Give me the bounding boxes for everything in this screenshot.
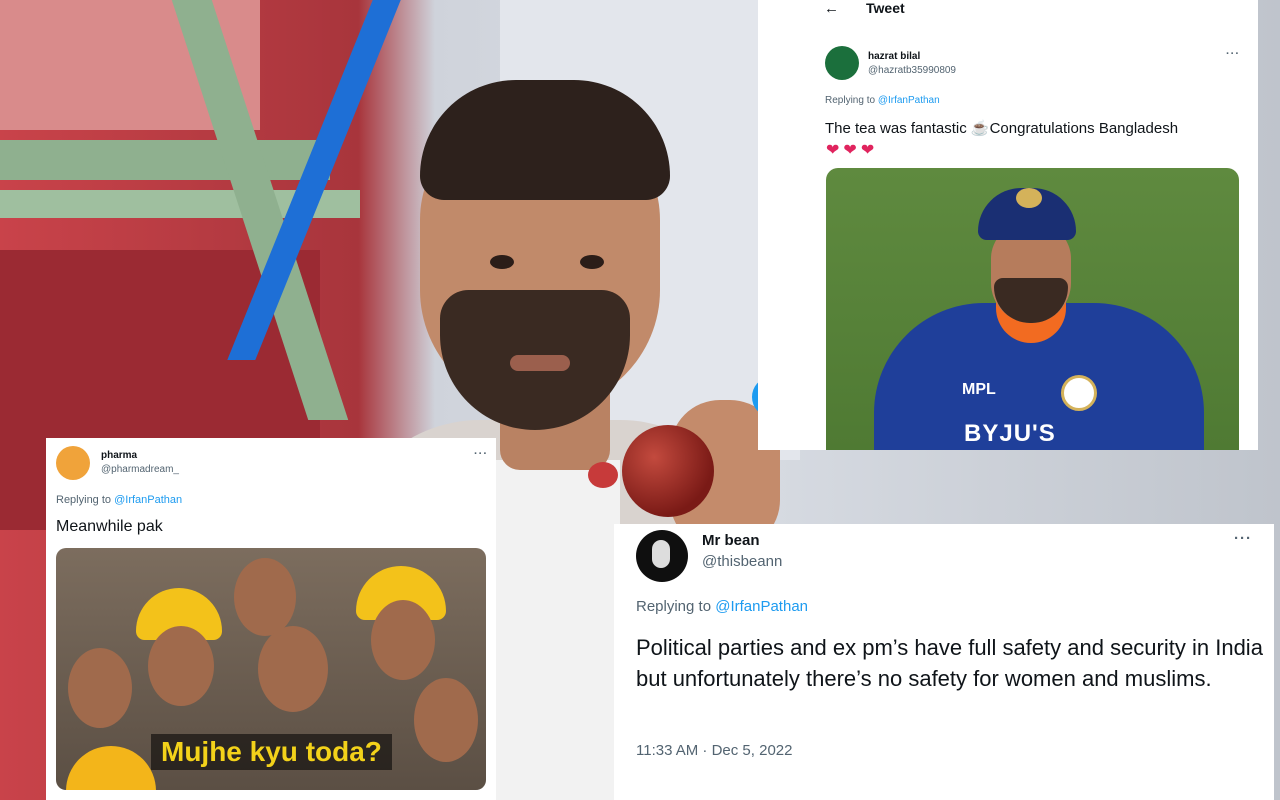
eye bbox=[490, 255, 514, 269]
mention-link[interactable]: @IrfanPathan bbox=[114, 494, 182, 506]
face bbox=[234, 558, 296, 636]
tweet-media[interactable]: Mujhe kyu toda? bbox=[56, 548, 486, 790]
replying-label: Replying to bbox=[825, 95, 878, 106]
replying-to: Replying to @IrfanPathan bbox=[636, 598, 808, 615]
tweet-card-left: pharma @pharmadream_ ··· Replying to @Ir… bbox=[46, 438, 496, 800]
mention-link[interactable]: @IrfanPathan bbox=[715, 598, 808, 615]
team-badge bbox=[1061, 375, 1097, 411]
more-icon[interactable]: ··· bbox=[1234, 530, 1252, 547]
cricket-ball bbox=[622, 425, 714, 517]
user-name[interactable]: Mr bean bbox=[702, 532, 760, 549]
cap-logo bbox=[1016, 188, 1042, 208]
timestamp[interactable]: 11:33 AM · Dec 5, 2022 bbox=[636, 742, 792, 759]
replying-to: Replying to @IrfanPathan bbox=[56, 494, 182, 506]
helmet bbox=[66, 746, 156, 790]
face bbox=[148, 626, 214, 706]
header-title: Tweet bbox=[866, 0, 905, 16]
tweet-card-top: ← Tweet hazrat bilal @hazratb35990809 ··… bbox=[758, 0, 1258, 450]
avatar-figure bbox=[652, 540, 670, 568]
replying-label: Replying to bbox=[636, 598, 716, 615]
hair bbox=[420, 80, 670, 200]
face bbox=[371, 600, 435, 680]
user-name[interactable]: hazrat bilal bbox=[868, 51, 920, 62]
lapel-pin bbox=[588, 462, 618, 488]
user-handle[interactable]: @hazratb35990809 bbox=[868, 65, 956, 76]
back-arrow-icon[interactable]: ← bbox=[824, 0, 839, 17]
face bbox=[258, 626, 328, 712]
avatar[interactable] bbox=[825, 46, 859, 80]
more-icon[interactable]: ··· bbox=[1226, 48, 1240, 60]
sponsor-logo: BYJU'S bbox=[964, 420, 1056, 447]
replying-label: Replying to bbox=[56, 494, 115, 506]
shirt bbox=[490, 460, 620, 800]
tweet-text: Meanwhile pak bbox=[56, 518, 163, 535]
face bbox=[414, 678, 478, 762]
more-icon[interactable]: ··· bbox=[474, 448, 488, 460]
sponsor-logo: MPL bbox=[962, 381, 996, 398]
user-handle[interactable]: @pharmadream_ bbox=[101, 464, 179, 475]
mention-link[interactable]: @IrfanPathan bbox=[878, 95, 940, 106]
user-handle[interactable]: @thisbeann bbox=[702, 553, 782, 570]
avatar[interactable] bbox=[636, 530, 688, 582]
face bbox=[68, 648, 132, 728]
meme-caption: Mujhe kyu toda? bbox=[151, 734, 392, 770]
mouth bbox=[510, 355, 570, 371]
studio-frame bbox=[0, 140, 330, 180]
user-name[interactable]: pharma bbox=[101, 450, 137, 461]
eye bbox=[580, 255, 604, 269]
heart-icon: ❤❤❤ bbox=[826, 142, 879, 159]
avatar[interactable] bbox=[56, 446, 90, 480]
tweet-text: Political parties and ex pm’s have full … bbox=[636, 635, 1263, 691]
replying-to: Replying to @IrfanPathan bbox=[825, 95, 940, 106]
tweet-media[interactable]: MPL BYJU'S bbox=[826, 168, 1239, 450]
tweet-text: The tea was fantastic ☕Congratulations B… bbox=[825, 120, 1179, 137]
tweet-card-right: Mr bean @thisbeann ··· Replying to @Irfa… bbox=[614, 524, 1274, 800]
